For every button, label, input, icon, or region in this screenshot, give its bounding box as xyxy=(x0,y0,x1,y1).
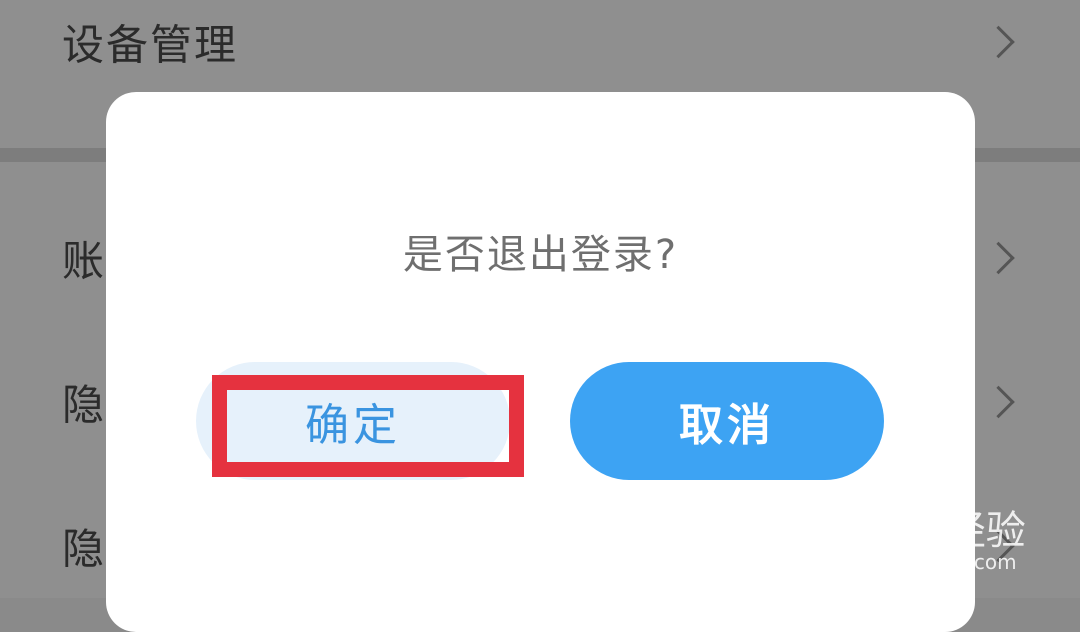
chevron-right-icon xyxy=(982,25,1015,59)
chevron-right-icon xyxy=(982,385,1015,419)
cancel-button[interactable]: 取消 xyxy=(570,362,884,480)
settings-row-device-management[interactable]: 设备管理 xyxy=(0,0,1080,102)
watermark-url: jingyan.baidu.com xyxy=(832,550,1017,574)
settings-row-label: 隐 xyxy=(62,380,107,430)
settings-row-label: 设备管理 xyxy=(62,20,239,70)
watermark-brand: Baidu经验 xyxy=(832,508,1026,554)
dialog-message: 是否退出登录? xyxy=(402,232,679,278)
baidu-jingyan-watermark: Baidu经验 jingyan.baidu.com xyxy=(832,480,1032,580)
settings-row-label: 账 xyxy=(62,236,107,286)
annotation-highlight-box xyxy=(212,375,524,477)
chevron-right-icon xyxy=(982,241,1015,275)
settings-row-label: 隐 xyxy=(62,524,107,574)
